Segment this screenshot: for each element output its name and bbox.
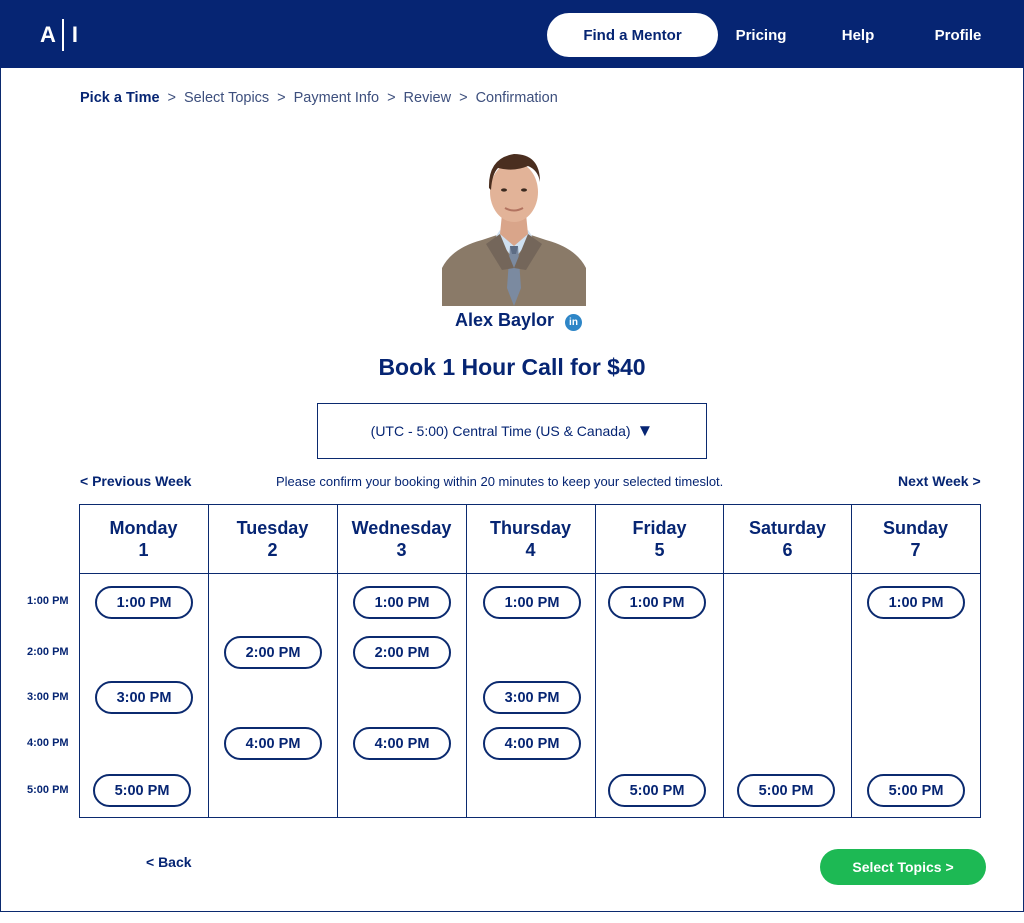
slot-monday-5pm[interactable]: 5:00 PM (93, 774, 191, 807)
nav-help-link[interactable]: Help (834, 13, 882, 57)
breadcrumb-separator: > (277, 90, 286, 106)
day-number: 6 (782, 540, 793, 560)
time-label-3pm: 3:00 PM (27, 691, 69, 703)
breadcrumb-separator: > (167, 90, 176, 106)
mentor-portrait-image (442, 148, 586, 306)
slot-wednesday-4pm[interactable]: 4:00 PM (353, 727, 451, 760)
day-header-thursday: Thursday 4 (466, 517, 595, 561)
slot-monday-3pm[interactable]: 3:00 PM (95, 681, 193, 714)
day-header-wednesday: Wednesday 3 (337, 517, 466, 561)
day-number: 4 (525, 540, 536, 560)
day-header-sunday: Sunday 7 (851, 517, 980, 561)
day-number: 2 (267, 540, 278, 560)
nav-find-mentor-button[interactable]: Find a Mentor (547, 13, 718, 57)
time-label-5pm: 5:00 PM (27, 784, 69, 796)
next-week-link[interactable]: Next Week > (898, 473, 981, 489)
linkedin-icon[interactable]: in (565, 314, 582, 331)
time-label-1pm: 1:00 PM (27, 595, 69, 607)
slot-thursday-3pm[interactable]: 3:00 PM (483, 681, 581, 714)
timezone-select[interactable]: (UTC - 5:00) Central Time (US & Canada) … (317, 403, 707, 459)
slot-friday-5pm[interactable]: 5:00 PM (608, 774, 706, 807)
breadcrumb-separator: > (459, 90, 468, 106)
dropdown-arrow-icon: ▼ (636, 421, 654, 440)
day-number: 7 (910, 540, 921, 560)
breadcrumb-step-confirmation: Confirmation (475, 90, 558, 106)
day-number: 5 (654, 540, 665, 560)
logo-letter-i: I (71, 22, 79, 47)
timezone-value: (UTC - 5:00) Central Time (US & Canada) (370, 423, 631, 439)
slot-sunday-1pm[interactable]: 1:00 PM (867, 586, 965, 619)
breadcrumb: Pick a Time > Select Topics > Payment In… (80, 90, 558, 106)
time-label-4pm: 4:00 PM (27, 737, 69, 749)
slot-wednesday-1pm[interactable]: 1:00 PM (353, 586, 451, 619)
day-name: Friday (632, 518, 687, 538)
booking-title: Book 1 Hour Call for $40 (378, 354, 646, 380)
day-name: Thursday (489, 518, 572, 538)
previous-week-link[interactable]: < Previous Week (80, 473, 191, 489)
slot-tuesday-2pm[interactable]: 2:00 PM (224, 636, 322, 669)
breadcrumb-step-select-topics: Select Topics (184, 90, 270, 106)
mentor-photo (442, 148, 586, 306)
day-number: 3 (396, 540, 407, 560)
day-name: Wednesday (351, 518, 452, 538)
week-calendar: Monday 1 Tuesday 2 Wednesday 3 Thursday … (79, 504, 981, 818)
slot-friday-1pm[interactable]: 1:00 PM (608, 586, 706, 619)
day-header-saturday: Saturday 6 (723, 517, 852, 561)
grid-line (980, 505, 981, 818)
select-topics-button[interactable]: Select Topics > (820, 849, 986, 885)
logo-divider (61, 19, 64, 51)
mentor-name: Alex Baylor (455, 310, 555, 330)
breadcrumb-step-pick-time: Pick a Time (80, 90, 160, 106)
nav-pricing-link[interactable]: Pricing (728, 13, 794, 57)
slot-thursday-4pm[interactable]: 4:00 PM (483, 727, 581, 760)
day-name: Monday (109, 518, 178, 538)
logo-letter-a: A (40, 22, 56, 47)
slot-monday-1pm[interactable]: 1:00 PM (95, 586, 193, 619)
day-header-tuesday: Tuesday 2 (208, 517, 337, 561)
day-name: Sunday (882, 518, 948, 538)
header-divider (79, 573, 981, 574)
day-header-friday: Friday 5 (595, 517, 724, 561)
day-name: Tuesday (236, 518, 309, 538)
slot-saturday-5pm[interactable]: 5:00 PM (737, 774, 835, 807)
day-header-monday: Monday 1 (79, 517, 208, 561)
slot-wednesday-2pm[interactable]: 2:00 PM (353, 636, 451, 669)
confirm-timeslot-note: Please confirm your booking within 20 mi… (276, 474, 724, 489)
top-nav-bar: A I Find a Mentor Pricing Help Profile (0, 0, 1024, 68)
slot-sunday-5pm[interactable]: 5:00 PM (867, 774, 965, 807)
day-name: Saturday (748, 518, 827, 538)
day-number: 1 (138, 540, 149, 560)
back-link[interactable]: < Back (146, 854, 192, 870)
nav-profile-link[interactable]: Profile (928, 13, 988, 57)
breadcrumb-separator: > (387, 90, 396, 106)
slot-thursday-1pm[interactable]: 1:00 PM (483, 586, 581, 619)
breadcrumb-step-review: Review (403, 90, 452, 106)
time-label-2pm: 2:00 PM (27, 646, 69, 658)
slot-tuesday-4pm[interactable]: 4:00 PM (224, 727, 322, 760)
logo[interactable]: A I (40, 18, 78, 52)
breadcrumb-step-payment-info: Payment Info (293, 90, 380, 106)
